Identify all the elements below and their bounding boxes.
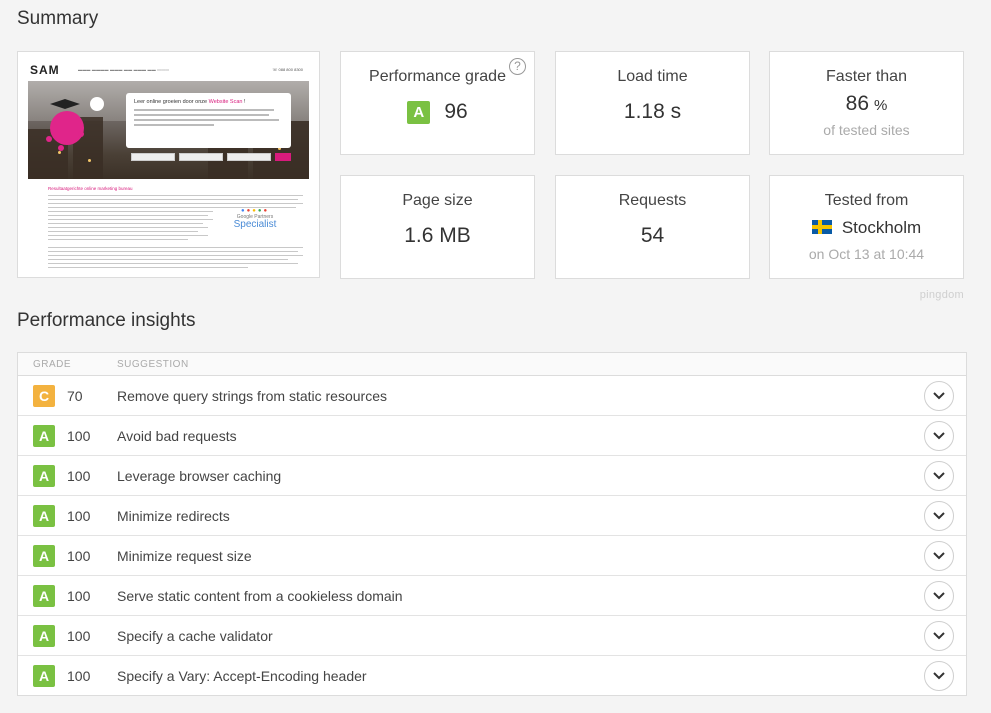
insights-table: GRADE SUGGESTION C 70 Remove query strings… [17,352,967,696]
chevron-down-icon [933,592,945,600]
requests-value: 54 [640,224,665,247]
page-size-label: Page size [402,192,473,209]
table-row[interactable]: A 100 Serve static content from a cookiele… [18,576,966,616]
expand-button[interactable] [924,461,954,491]
expand-button[interactable] [924,541,954,571]
load-time-card: Load time 1.18 s [555,51,750,155]
tested-from-label: Tested from [824,192,909,209]
chevron-down-icon [933,512,945,520]
requests-card: Requests 54 [555,175,750,279]
score-value: 70 [67,388,83,404]
website-screenshot: SAM ▬▬▬ ▬▬▬▬ ▬▬▬ ▬▬ ▬▬▬ ▬▬ ▭▭▭ ☏ 088 800… [17,51,320,278]
page-size-card: Page size 1.6 MB [340,175,535,279]
screenshot-logo: SAM [30,63,60,77]
page-size-value: 1.6 MB [404,224,471,247]
grade-badge: A [33,665,55,687]
suggestion-text: Specify a Vary: Accept-Encoding header [117,668,367,684]
question-circle-icon[interactable]: ? [509,58,526,75]
grade-column-header: GRADE [33,359,72,370]
expand-button[interactable] [924,661,954,691]
screenshot-phone: ☏ 088 800 8300 [272,67,303,72]
table-row[interactable]: A 100 Specify a Vary: Accept-Encoding head… [18,656,966,696]
sweden-flag-icon [811,220,832,234]
grade-badge: C [33,385,55,407]
performance-grade-badge: A [407,100,431,124]
chevron-down-icon [933,632,945,640]
load-time-label: Load time [617,68,688,85]
score-value: 100 [67,668,91,684]
load-time-value: 1.18 s [623,100,682,123]
grade-badge: A [33,425,55,447]
grade-badge: A [33,465,55,487]
screenshot-navbar: SAM ▬▬▬ ▬▬▬▬ ▬▬▬ ▬▬ ▬▬▬ ▬▬ ▭▭▭ ☏ 088 800… [28,60,309,80]
suggestion-column-header: SUGGESTION [117,359,189,370]
chevron-down-icon [933,472,945,480]
expand-button[interactable] [924,501,954,531]
summary-title: Summary [17,8,99,29]
expand-button[interactable] [924,381,954,411]
score-value: 100 [67,508,91,524]
suggestion-text: Remove query strings from static resourc… [117,388,387,404]
table-row[interactable]: C 70 Remove query strings from static reso… [18,376,966,416]
chevron-down-icon [933,672,945,680]
table-row[interactable]: A 100 Avoid bad requests [18,416,966,456]
table-row[interactable]: A 100 Minimize redirects [18,496,966,536]
grade-badge: A [33,545,55,567]
faster-than-label: Faster than [826,68,907,85]
tested-from-location: Stockholm [841,218,922,237]
requests-label: Requests [618,192,687,209]
grade-badge: A [33,625,55,647]
grade-badge: A [33,585,55,607]
faster-than-unit: % [874,97,888,114]
pingdom-brand: pingdom [919,289,964,301]
insights-table-header: GRADE SUGGESTION [18,353,966,376]
insights-title: Performance insights [17,310,196,331]
screenshot-body-title: Resultaatgerichte online marketing burea… [48,186,133,191]
score-value: 100 [67,428,91,444]
expand-button[interactable] [924,421,954,451]
chevron-down-icon [933,432,945,440]
performance-grade-card: Performance grade ? A 96 [340,51,535,155]
faster-than-sub: of tested sites [823,122,910,138]
expand-button[interactable] [924,581,954,611]
chevron-down-icon [933,552,945,560]
score-value: 100 [67,548,91,564]
table-row[interactable]: A 100 Minimize request size [18,536,966,576]
suggestion-text: Leverage browser caching [117,468,282,484]
table-row[interactable]: A 100 Leverage browser caching [18,456,966,496]
performance-grade-label: Performance grade [369,68,506,85]
expand-button[interactable] [924,621,954,651]
suggestion-text: Avoid bad requests [117,428,237,444]
performance-grade-value: 96 [444,100,468,123]
screenshot-nav-links: ▬▬▬ ▬▬▬▬ ▬▬▬ ▬▬ ▬▬▬ ▬▬ ▭▭▭ [78,67,170,72]
suggestion-text: Minimize request size [117,548,252,564]
suggestion-text: Serve static content from a cookieless d… [117,588,403,604]
google-partners-badge: ●●●●● Google Partners Specialist [233,208,277,230]
tested-from-date: on Oct 13 at 10:44 [808,246,925,262]
suggestion-text: Specify a cache validator [117,628,273,644]
chevron-down-icon [933,392,945,400]
suggestion-text: Minimize redirects [117,508,230,524]
grade-badge: A [33,505,55,527]
table-row[interactable]: A 100 Specify a cache validator [18,616,966,656]
score-value: 100 [67,588,91,604]
faster-than-card: Faster than 86% of tested sites [769,51,964,155]
faster-than-value: 86 [845,92,869,115]
screenshot-hero: Leer online groeien door onze Website Sc… [28,81,309,179]
score-value: 100 [67,468,91,484]
score-value: 100 [67,628,91,644]
tested-from-card: Tested from Stockholm on Oct 13 at 10:44 [769,175,964,279]
